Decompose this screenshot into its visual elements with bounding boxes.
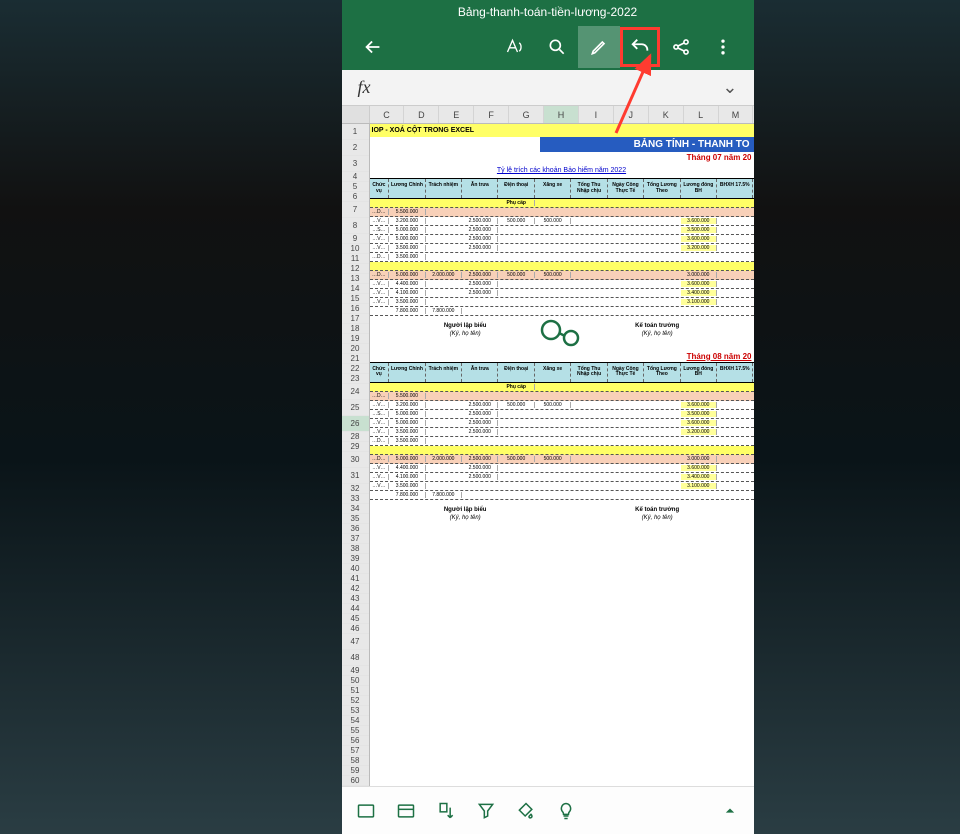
table-row: Phụ cấp [370, 383, 754, 392]
table-row: …V…3.500.0002.500.0003.200.000 [370, 244, 754, 253]
table-row: …V…5.000.0002.500.0003.600.000 [370, 235, 754, 244]
read-aloud-icon[interactable] [494, 26, 536, 68]
col-header[interactable]: D [404, 106, 439, 123]
table-row: …V…3.500.0003.100.000 [370, 298, 754, 307]
table-row: …D…5.500.000 [370, 208, 754, 217]
fill-color-icon[interactable] [508, 793, 544, 829]
col-header[interactable]: L [684, 106, 719, 123]
cell-area[interactable]: IOP - XOÁ CỘT TRONG EXCEL BẢNG TÍNH - TH… [370, 124, 754, 786]
col-header[interactable]: J [614, 106, 649, 123]
bottom-toolbar [342, 786, 754, 834]
table-header-2: Chức vụ Lương Chính Trách nhiệm Ăn trưa … [370, 362, 754, 383]
lightbulb-icon[interactable] [548, 793, 584, 829]
more-menu-icon[interactable] [702, 26, 744, 68]
column-header-row: C D E F G H I J K L M [342, 106, 754, 124]
preparer-signature: Người lập biểu (Ký, họ tên) [444, 322, 487, 339]
info-banner: IOP - XOÁ CỘT TRONG EXCEL [370, 124, 754, 137]
table-row: Phụ cấp [370, 199, 754, 208]
row-header-selected: 26 [342, 416, 369, 432]
search-icon[interactable] [536, 26, 578, 68]
sheet-tabs-icon[interactable] [348, 793, 384, 829]
col-header-selected[interactable]: H [544, 106, 579, 123]
document-title: Bảng-thanh-toán-tiền-lương-2022 [458, 5, 637, 19]
share-icon[interactable] [660, 26, 702, 68]
insurance-link-row: Tỷ lệ trích các khoản Bảo hiểm năm 2022 [370, 163, 754, 178]
table-row: …V…3.500.0003.100.000 [370, 482, 754, 491]
salary-table-1: Phụ cấp…D…5.500.000…V…3.200.0002.500.000… [370, 199, 754, 316]
month-label-2: Tháng 08 năm 20 [370, 351, 754, 362]
col-header[interactable]: G [509, 106, 544, 123]
col-header[interactable]: C [370, 106, 405, 123]
table-row: 7.800.0007.800.000 [370, 307, 754, 316]
signature-row-2: Người lập biểu (Ký, họ tên) Kế toán trưở… [370, 500, 754, 535]
table-row: …V…4.100.0002.500.0003.400.000 [370, 289, 754, 298]
month-label: Tháng 07 năm 20 [370, 152, 754, 163]
undo-button[interactable] [620, 27, 660, 67]
table-row: …V…4.400.0002.500.0003.600.000 [370, 464, 754, 473]
col-header[interactable]: K [649, 106, 684, 123]
table-row: …D…5.000.0002.000.0002.500.000500.000500… [370, 455, 754, 464]
main-title-cell: BẢNG TÍNH - THANH TO [540, 137, 754, 152]
table-row: …D…5.000.0002.000.0002.500.000500.000500… [370, 271, 754, 280]
app-header: Bảng-thanh-toán-tiền-lương-2022 [342, 0, 754, 70]
app-window: Bảng-thanh-toán-tiền-lương-2022 [342, 0, 754, 834]
table-row: …V…3.200.0002.500.000500.000500.0003.600… [370, 217, 754, 226]
col-header[interactable]: M [719, 106, 754, 123]
table-row: …V…4.400.0002.500.0003.600.000 [370, 280, 754, 289]
table-row: …V…5.000.0002.500.0003.600.000 [370, 419, 754, 428]
table-header: Chức vụ Lương Chính Trách nhiệm Ăn trưa … [370, 178, 754, 199]
table-row: …D…3.500.000 [370, 253, 754, 262]
row-header-column: 123 456 789 101112 131415 161718 192021 … [342, 124, 370, 786]
linked-circles-icon [537, 318, 587, 348]
select-all-corner[interactable] [342, 106, 370, 123]
table-row [370, 446, 754, 455]
table-row: …S…5.000.0002.500.0003.500.000 [370, 410, 754, 419]
chevron-down-icon[interactable]: ⌄ [722, 77, 737, 98]
col-header[interactable]: F [474, 106, 509, 123]
expand-up-icon[interactable] [712, 793, 748, 829]
card-view-icon[interactable] [388, 793, 424, 829]
table-row: …V…3.200.0002.500.000500.000500.0003.600… [370, 401, 754, 410]
insurance-link[interactable]: Tỷ lệ trích các khoản Bảo hiểm năm 2022 [497, 167, 626, 174]
table-row: …S…5.000.0002.500.0003.500.000 [370, 226, 754, 235]
filter-icon[interactable] [468, 793, 504, 829]
edit-mode-button[interactable] [578, 26, 620, 68]
table-row: …D…5.500.000 [370, 392, 754, 401]
spreadsheet-grid[interactable]: 123 456 789 101112 131415 161718 192021 … [342, 124, 754, 786]
col-header[interactable]: E [439, 106, 474, 123]
fx-label: fx [358, 77, 371, 98]
salary-table-2: Phụ cấp…D…5.500.000…V…3.200.0002.500.000… [370, 383, 754, 500]
formula-bar[interactable]: fx ⌄ [342, 70, 754, 106]
signature-row: Người lập biểu (Ký, họ tên) Kế toán trưở… [370, 316, 754, 351]
table-row: 7.800.0007.800.000 [370, 491, 754, 500]
table-row: …V…4.100.0002.500.0003.400.000 [370, 473, 754, 482]
sort-icon[interactable] [428, 793, 464, 829]
col-header[interactable]: I [579, 106, 614, 123]
table-row: …D…3.500.000 [370, 437, 754, 446]
table-row: …V…3.500.0002.500.0003.200.000 [370, 428, 754, 437]
table-row [370, 262, 754, 271]
accountant-signature: Kế toán trưởng (Ký, họ tên) [635, 322, 679, 339]
back-button[interactable] [352, 26, 394, 68]
